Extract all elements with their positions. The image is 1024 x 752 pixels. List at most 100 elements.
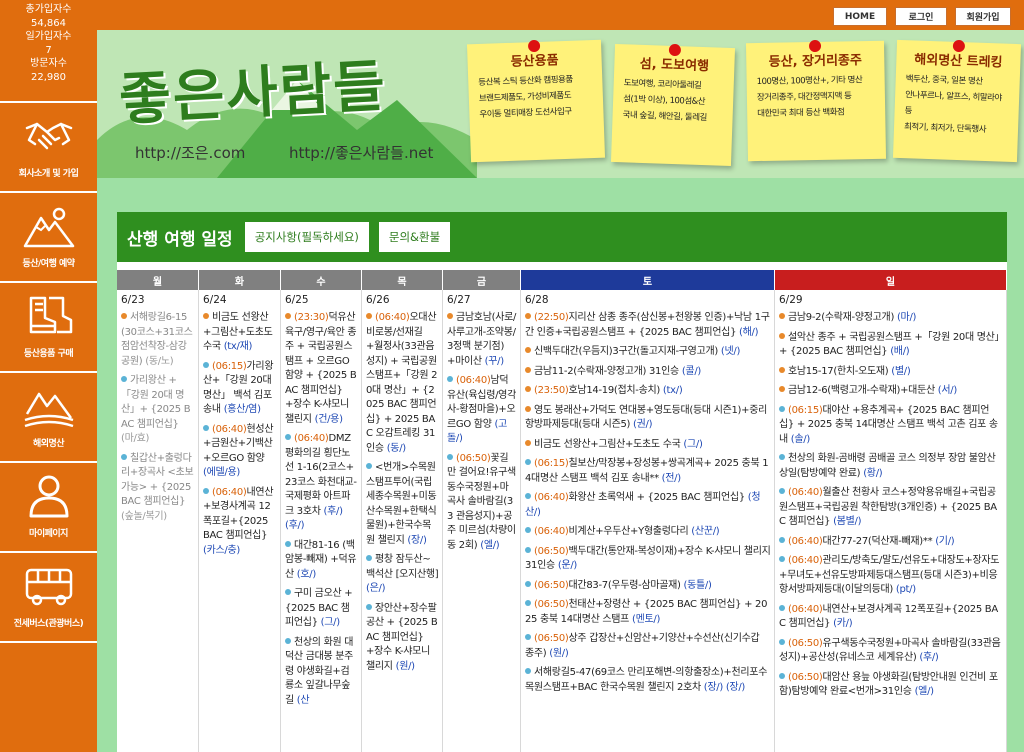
event-status: (마/): [896, 312, 917, 323]
schedule-event[interactable]: (22:50)지리산 삼종 종주(삼신봉+천왕봉 인증)+낙남 1구간 인증+국…: [525, 311, 771, 340]
nav-overseas-mountains[interactable]: 해외명산: [0, 373, 97, 463]
schedule-event[interactable]: 가리왕산 +「강원 20대 명산」+ {2025 BAC 챔피언십} (마/효): [121, 374, 195, 447]
schedule-event[interactable]: (06:40)내연산+보경사계곡 12폭포길+{2025 BAC 챔피언십} (…: [779, 603, 1003, 632]
schedule-event[interactable]: (06:50)꽃길만 걸어요!유구색동수국정원+마곡사 솔바람길(33 관음성지…: [447, 452, 517, 554]
schedule-event[interactable]: 서해랑길6-15(30코스+31코스 점암선착장-삼강공원) (동/노): [121, 311, 195, 369]
schedule-event[interactable]: 금남11-2(수락재-양정고개) 31인승 (콜/): [525, 365, 771, 380]
bullet-dot-icon: [447, 313, 453, 319]
schedule-event[interactable]: 장안산+장수팔공산 + {2025 BAC 챔피언십}+장수 K-샤모니 챌리지…: [366, 602, 439, 675]
stat-visitors-value: 22,980: [31, 71, 66, 83]
schedule-event[interactable]: (06:40)비계산+우두산+Y형출렁다리 (산꾼/): [525, 525, 771, 540]
promo-note-overseas[interactable]: 해외명산 트레킹 백두산, 중국, 일본 명산 안나푸르나, 알프스, 히말라야…: [892, 39, 1022, 163]
schedule-event[interactable]: (06:15)칠보산/막장봉+장성봉+쌍곡계곡+ 2025 충북 14대명산 스…: [525, 457, 771, 486]
schedule-event[interactable]: (06:40)내연산+보경사계곡 12폭포길+{2025 BAC 챔피언십} (…: [203, 486, 277, 559]
schedule-event[interactable]: (06:40)현성산+금원산+기백산+오르GO 함양 (에델/용): [203, 423, 277, 481]
bullet-dot-icon: [203, 361, 209, 368]
day-date: 6/28: [525, 294, 549, 306]
schedule-event[interactable]: 비금도 선왕산+그림산+도초도 수국 (그/): [525, 438, 771, 453]
event-status: (동/노): [145, 355, 174, 367]
event-title: 호남15-17(한치-오도재): [788, 365, 889, 377]
schedule-event[interactable]: (06:40)DMZ 평화의길 횡단노선 1-16(2코스+23코스 화천대교-…: [285, 432, 358, 534]
schedule-event[interactable]: 호남15-17(한치-오도재) (별/): [779, 365, 1003, 380]
nav-hiking-reservation[interactable]: 등산/여행 예약: [0, 193, 97, 283]
schedule-event[interactable]: (06:50)백두대간(통안재-복성이재)+장수 K-샤모니 챌리지 31인승 …: [525, 545, 771, 574]
site-logo[interactable]: 좋은사람들: [117, 41, 389, 136]
schedule-event[interactable]: 칠갑산+출렁다리+장곡사 <초보가능> + {2025 BAC 챔피언십} (숲…: [121, 452, 195, 525]
schedule-event[interactable]: 비금도 선왕산+그림산+도초도 수국 (tx/재): [203, 311, 277, 355]
promo-note-line: 대한민국 최대 등산 백화점: [757, 107, 845, 120]
event-title: 금남12-6(백령고개-수락재)+대둔산: [788, 385, 935, 396]
schedule-event[interactable]: 천상의 화원-곰배령 곰배골 코스 의정부 장암 불암산 상일(탐방예약 완료)…: [779, 452, 1003, 481]
schedule-event[interactable]: (06:40)관리도/방축도/말도/선유도+대장도+장자도+무녀도+선유도방파제…: [779, 554, 1003, 598]
event-status: (건/용): [314, 413, 343, 425]
schedule-event[interactable]: (06:15)대야산 +용추계곡+ {2025 BAC 챔피언십} + 2025…: [779, 404, 1003, 448]
banner-url-2[interactable]: http://좋은사람들.net: [289, 142, 433, 163]
bullet-dot-icon: [779, 604, 785, 611]
schedule-event[interactable]: 서해랑길5-47(69코스 만리포해변-의항출장소)+천리포수목원스탬프+BAC…: [525, 666, 771, 695]
schedule-event[interactable]: 설악산 종주 + 국립공원스탬프 +「강원 20대 명산」+ {2025 BAC…: [779, 331, 1003, 360]
notice-button[interactable]: 공지사항(필독하세요): [244, 222, 369, 252]
event-title: 호남14-19(접치-송치): [568, 385, 661, 396]
banner-url-1[interactable]: http://조은.com: [135, 142, 245, 163]
home-button[interactable]: HOME: [833, 7, 887, 26]
schedule-event[interactable]: 금남12-6(백령고개-수락재)+대둔산 (서/): [779, 384, 1003, 399]
bullet-dot-icon: [447, 376, 453, 382]
schedule-event[interactable]: (06:15)가리왕산+「강원 20대 명산」 백석 김포 송내 (홍산/염): [203, 360, 277, 418]
schedule-event[interactable]: (06:50)대간83-7(우두령-삼마골재) (동틀/): [525, 579, 771, 594]
nav-company-join[interactable]: 회사소개 및 가입: [0, 103, 97, 193]
promo-note-island-walk[interactable]: 섬, 도보여행 도보여행, 코리아둘레길 섬(1박 이상), 100섬&산 국내…: [610, 43, 736, 167]
schedule-event[interactable]: <번개>수목원 스탬프투어(국립세종수목원+미동산수목원+한택식물원)+한국수목…: [366, 461, 439, 548]
join-button[interactable]: 회원가입: [955, 7, 1011, 26]
event-time: (06:50): [456, 452, 491, 464]
weekday-header-5: 토: [521, 270, 775, 290]
event-title: 칠갑산+출렁다리+장곡사 <초보가능> + {2025 BAC 챔피언십}: [121, 452, 194, 508]
bullet-dot-icon: [525, 527, 531, 533]
event-title: 금남9-2(수락재-양정고개): [788, 312, 895, 323]
event-time: (06:15): [788, 404, 823, 416]
schedule-event[interactable]: (23:30)덕유산 육구/영구/육안 종주 + 국립공원스탬프 + 오르GO …: [285, 311, 358, 427]
schedule-event[interactable]: (06:40)화왕산 초록억새 + {2025 BAC 챔피언십} (청산/): [525, 491, 771, 520]
handshake-icon: [25, 122, 72, 150]
bullet-dot-icon: [525, 313, 531, 319]
bullet-dot-icon: [779, 386, 785, 392]
schedule-event[interactable]: (06:40)오대산 비로봉/선재길+월정사(33관음성지) + 국립공원스탬프…: [366, 311, 439, 456]
nav-my-page[interactable]: 마이페이지: [0, 463, 97, 553]
login-button[interactable]: 로그인: [895, 7, 947, 26]
schedule-event[interactable]: (06:50)천태산+장령산 + {2025 BAC 챔피언십} + 2025 …: [525, 598, 771, 627]
schedule-event[interactable]: (06:40)월출산 천황사 코스+정약용유배길+국립공원스탬프+국립공원 착한…: [779, 486, 1003, 530]
nav-charter-bus[interactable]: 전세버스(관광버스): [0, 553, 97, 643]
schedule-event[interactable]: (06:50)상주 갑장산+신암산+기양산+수선산(신기수갑 종주) (원/): [525, 632, 771, 661]
promo-note-gear[interactable]: 등산용품 등산복 스틱 등산화 캠핑용품 브랜드제품도, 가성비제품도 우이동 …: [466, 39, 606, 163]
event-status: (tx/재): [223, 341, 253, 352]
event-status: (산: [296, 694, 310, 706]
event-title: 금남11-2(수락재-양정고개) 31인승: [534, 365, 679, 377]
bullet-dot-icon: [779, 536, 785, 543]
event-status: (운/): [557, 560, 578, 571]
event-title: 천상의 화원-곰배령 곰배골 코스 의정부 장암 불암산 상일(탐방예약 완료): [779, 453, 996, 479]
schedule-event[interactable]: 평창 잠두산~백석산 [오지산행] (은/): [366, 553, 439, 597]
day-date: 6/25: [285, 294, 309, 306]
schedule-event[interactable]: 신백두대간(우듬지)3구간(돌고지재-구영고개) (넷/): [525, 345, 771, 360]
weekday-header-0: 월: [117, 270, 199, 290]
event-status: (산꾼/): [691, 526, 720, 537]
stat-visitors-label: 방문자수: [30, 58, 67, 69]
schedule-event[interactable]: (06:50)유구색동수국정원+마곡사 솔바람길(33관음성지)+공산성(유네스…: [779, 637, 1003, 666]
inquiry-refund-button[interactable]: 문의&환불: [378, 222, 451, 252]
schedule-event[interactable]: (23:50)호남14-19(접치-송치) (tx/): [525, 384, 771, 399]
schedule-event[interactable]: 금남호남(사로/사루고개-조약봉/3정맥 분기점)+마이산 (꾸/): [447, 311, 517, 369]
weekday-header-3: 목: [362, 270, 443, 290]
promo-note-hiking[interactable]: 등산, 장거리종주 100명산, 100명산+, 기타 명산 장거리종주, 대간…: [745, 39, 887, 162]
schedule-event[interactable]: (06:50)대암산 용늪 야생화길(탐방안내원 인건비 포함)탐방예약 완료<…: [779, 671, 1003, 700]
schedule-event[interactable]: 대간81-16 (백암봉-빼재) +덕유산 (호/): [285, 539, 358, 583]
nav-hiking-gear-shop[interactable]: 등산용품 구매: [0, 283, 97, 373]
schedule-event[interactable]: (06:40)대간77-27(덕산재-빼재)** (기/): [779, 535, 1003, 550]
schedule-event[interactable]: 금남9-2(수락재-양정고개) (마/): [779, 311, 1003, 326]
event-title: 오대산 비로봉/선재길+월정사(33관음성지) + 국립공원스탬프+「강원 20…: [366, 312, 438, 454]
schedule-event[interactable]: 구미 금오산 + {2025 BAC 챔피언십} (그/): [285, 587, 358, 631]
bullet-dot-icon: [121, 313, 127, 319]
schedule-event[interactable]: 영도 봉래산+가덕도 연대봉+영도등대(등대 시즌1)+중리항방파제등대(등대 …: [525, 404, 771, 433]
schedule-event[interactable]: 천상의 화원 대덕산 금대봉 분주령 야생화길+검룡소 잎갈나무숲길 (산: [285, 636, 358, 709]
schedule-event[interactable]: (06:40)남덕유산(육십령/영각사-황점마을)+오르GO 함양 (고돌/): [447, 374, 517, 447]
bullet-dot-icon: [525, 600, 531, 606]
event-status: (배/): [890, 346, 910, 357]
